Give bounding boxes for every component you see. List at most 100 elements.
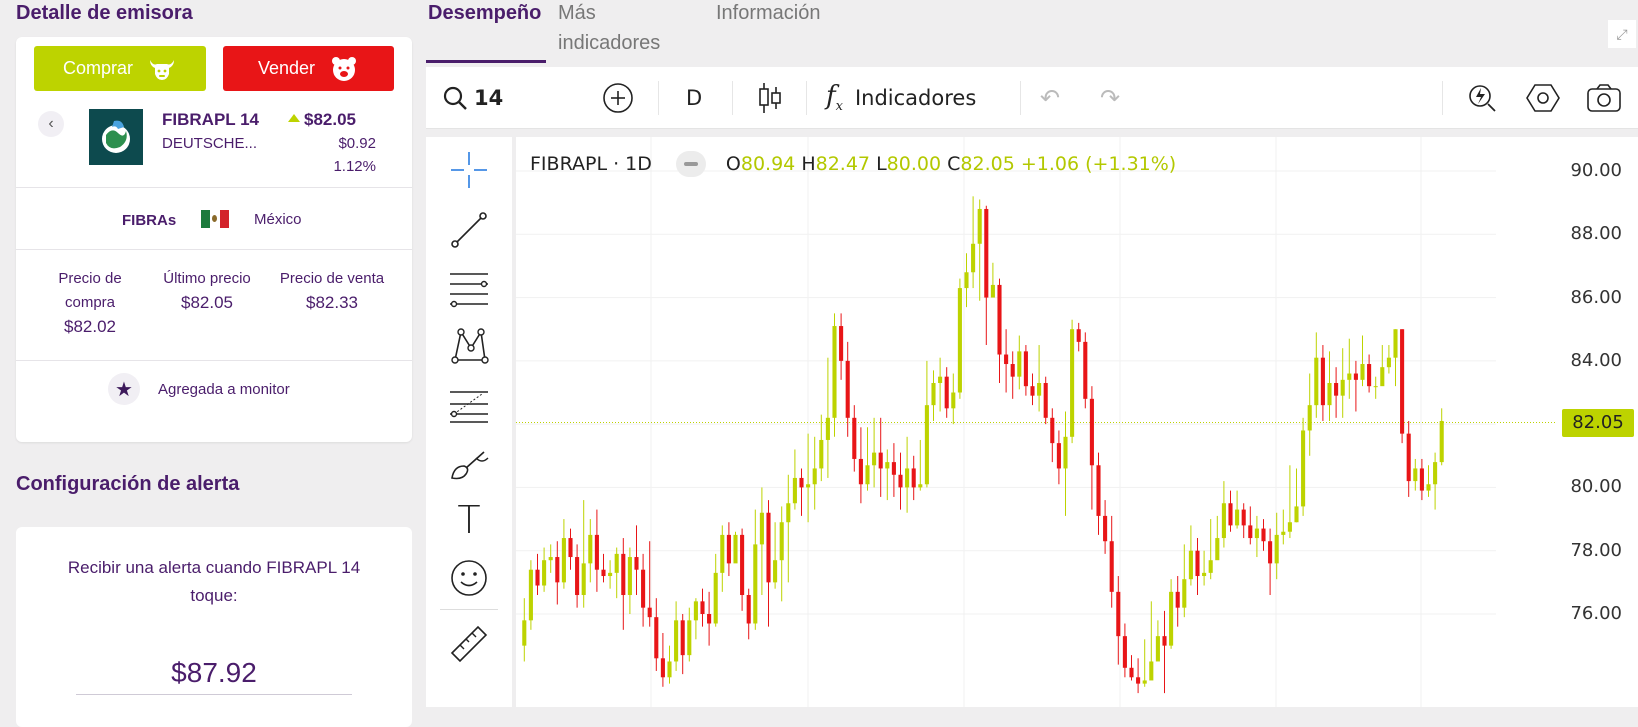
candle — [1419, 458, 1424, 501]
function-icon: fx — [826, 81, 843, 115]
fibonacci-icon[interactable] — [446, 383, 492, 429]
candle — [1241, 503, 1246, 539]
candle — [885, 449, 890, 501]
candle — [1070, 319, 1075, 444]
close-label: C — [947, 153, 961, 175]
candle — [1439, 408, 1444, 466]
candle — [951, 373, 956, 425]
candle — [1261, 519, 1266, 551]
alert-section-title: Configuración de alerta — [16, 473, 240, 495]
candle — [720, 525, 725, 592]
candle — [693, 598, 698, 640]
pattern-icon[interactable] — [446, 323, 492, 369]
sector-label: FIBRAs — [122, 212, 177, 229]
undo-icon[interactable]: ↶ — [1040, 67, 1060, 129]
candle — [568, 528, 573, 570]
back-arrow-icon[interactable]: ‹ — [38, 111, 64, 137]
candle — [1155, 620, 1160, 662]
candle — [548, 544, 553, 573]
toolbar-divider — [1020, 81, 1021, 115]
up-triangle-icon — [288, 114, 300, 122]
candle — [608, 560, 613, 589]
candle — [1208, 519, 1213, 580]
camera-icon[interactable] — [1586, 67, 1622, 129]
candle — [1281, 509, 1286, 545]
candle — [1195, 538, 1200, 596]
candle — [1221, 481, 1226, 548]
candle — [1162, 610, 1167, 694]
candle — [1023, 345, 1028, 396]
candle — [594, 509, 599, 592]
candle — [601, 553, 606, 583]
active-tab-underline — [426, 60, 546, 63]
candle — [1334, 367, 1339, 418]
settings-hexagon-icon[interactable] — [1526, 67, 1560, 129]
candle — [839, 313, 844, 380]
candle — [852, 405, 857, 472]
compare-button[interactable] — [602, 67, 634, 129]
chart-type-button[interactable] — [756, 67, 784, 129]
candle — [938, 357, 943, 412]
price-change-pct: 1.12% — [333, 158, 376, 175]
monitor-toggle[interactable]: ★ Agregada a monitor — [108, 373, 290, 405]
tab-informacion[interactable]: Información — [716, 0, 821, 28]
toolbar-divider — [806, 81, 807, 115]
search-value: 14 — [474, 86, 504, 110]
left-panel: Detalle de emisora Comprar Vender ‹ FIBR… — [0, 0, 426, 727]
brush-icon[interactable] — [446, 441, 492, 487]
ruler-icon[interactable] — [446, 621, 492, 667]
candle — [971, 196, 976, 289]
expand-icon[interactable]: ⤢ — [1608, 20, 1636, 48]
y-tick-label: 76.00 — [1570, 603, 1622, 624]
text-tool-icon[interactable]: T — [446, 497, 492, 543]
candle — [1340, 348, 1345, 418]
horizontal-lines-icon[interactable] — [446, 265, 492, 311]
sell-button[interactable]: Vender — [223, 46, 394, 91]
candle — [1175, 576, 1180, 627]
candle — [786, 474, 791, 583]
candle — [977, 199, 982, 301]
candle — [806, 433, 811, 523]
candle — [1426, 465, 1431, 497]
candle — [1386, 345, 1391, 374]
emoji-icon[interactable] — [446, 555, 492, 601]
trend-line-icon[interactable] — [446, 207, 492, 253]
price-change: $0.92 — [338, 135, 376, 152]
candle — [1367, 354, 1372, 393]
candle — [1353, 360, 1358, 412]
ask-value: $82.33 — [306, 293, 358, 312]
low-value: 80.00 — [886, 153, 942, 175]
candle — [1406, 420, 1411, 497]
tab-desempeno[interactable]: Desempeño — [428, 0, 541, 28]
company-logo — [89, 109, 143, 165]
candle — [1400, 329, 1405, 444]
symbol-search[interactable]: 14 — [442, 67, 572, 129]
chart-legend: FIBRAPL · 1D O 80.94 H 82.47 L 80.00 C 82.05… — [530, 151, 1176, 177]
collapse-legend-icon[interactable] — [675, 151, 706, 177]
low-label: L — [876, 153, 887, 175]
indicators-button[interactable]: fx Indicadores — [826, 67, 976, 129]
candle — [575, 544, 580, 608]
redo-icon[interactable]: ↷ — [1100, 67, 1120, 129]
country-label: México — [254, 211, 302, 228]
candle — [634, 525, 639, 596]
buy-button[interactable]: Comprar — [34, 46, 206, 91]
alert-price-input[interactable]: $87.92 — [16, 657, 412, 689]
candle — [1287, 465, 1292, 539]
candle — [713, 553, 718, 627]
indicators-label: Indicadores — [854, 86, 977, 110]
alert-lightning-icon[interactable] — [1466, 67, 1498, 129]
panel-title: Detalle de emisora — [16, 2, 193, 24]
open-value: 80.94 — [740, 153, 796, 175]
candle — [1380, 345, 1385, 387]
candle — [858, 427, 863, 504]
candles-icon — [759, 83, 781, 113]
price-chart[interactable]: FIBRAPL · 1D O 80.94 H 82.47 L 80.00 C 82.05… — [516, 137, 1638, 707]
candle — [1010, 351, 1015, 399]
tab-mas-indicadores[interactable]: Más indicadores — [558, 0, 678, 58]
candle — [746, 588, 751, 640]
candle — [1268, 528, 1273, 596]
crosshair-icon[interactable] — [446, 147, 492, 193]
interval-button[interactable]: D — [686, 67, 702, 129]
candle — [990, 262, 995, 298]
